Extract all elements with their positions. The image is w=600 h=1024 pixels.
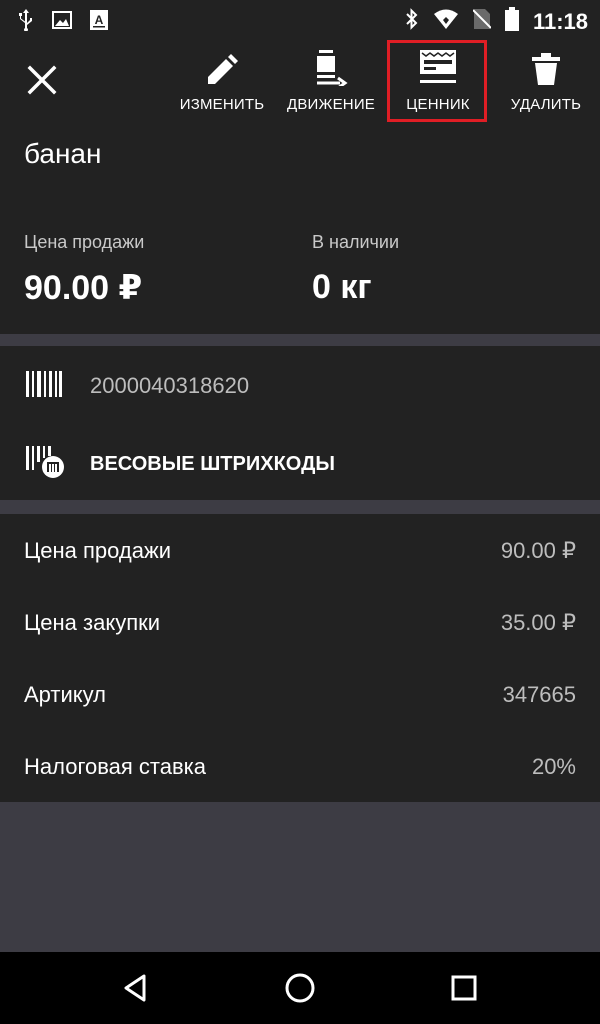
movement-icon [314,50,348,86]
detail-value: 90.00 ₽ [500,538,576,563]
status-bar: A 11:18 [0,0,600,38]
product-header: банан Цена продажи 90.00 ₽ В наличии 0 к… [0,130,600,334]
detail-label: Артикул [24,682,107,707]
no-sim-icon [472,8,492,35]
detail-value: 20% [531,754,576,779]
weight-barcodes-row[interactable]: ВЕСОВЫЕ ШТРИХКОДЫ [0,434,600,494]
recents-icon [451,975,477,1001]
sale-price-label: Цена продажи [24,232,145,252]
detail-label: Цена закупки [24,610,161,635]
close-button[interactable] [22,60,62,100]
sale-price-value: 90.00 ₽ [24,269,143,307]
edit-label: ИЗМЕНИТЬ [179,96,265,113]
status-icons-right: 11:18 [405,7,588,36]
barcode-card: 2000040318620 ВЕСОВЫЕ ШТРИХКОДЫ [0,346,600,500]
detail-row-tax-rate: Налоговая ставка 20% [0,730,600,802]
detail-label: Цена продажи [24,538,171,563]
usb-icon [18,9,34,36]
back-icon [124,974,146,1002]
navigation-bar [0,952,600,1024]
price-tag-icon [418,50,458,86]
status-icons-left: A [18,9,108,36]
movement-label: ДВИЖЕНИЕ [286,96,376,113]
product-name: банан [24,138,102,169]
weight-barcode-icon [26,445,66,483]
weight-barcodes-label: ВЕСОВЫЕ ШТРИХКОДЫ [90,452,335,475]
price-tag-button[interactable]: ЦЕННИК [396,50,480,120]
detail-value: 347665 [502,682,576,707]
app-bar: ИЗМЕНИТЬ ДВИЖЕНИЕ ЦЕННИК УДАЛИТЬ [0,38,600,130]
stock-label: В наличии [312,232,400,252]
edit-button[interactable]: ИЗМЕНИТЬ [180,50,264,120]
barcode-icon [26,370,62,402]
recents-button[interactable] [446,970,482,1006]
detail-label: Налоговая ставка [24,754,207,779]
stock-value: 0 кг [312,268,372,306]
detail-row-sku: Артикул 347665 [0,658,600,730]
close-icon [27,65,57,95]
font-icon: A [90,10,108,35]
bluetooth-icon [405,8,419,35]
clock: 11:18 [532,8,588,34]
home-button[interactable] [282,970,318,1006]
barcode-value: 2000040318620 [90,373,250,398]
pencil-icon [204,50,240,86]
details-card: Цена продажи 90.00 ₽ Цена закупки 35.00 … [0,514,600,802]
trash-icon [532,50,560,86]
detail-value: 35.00 ₽ [500,610,576,635]
svg-text:A: A [95,13,104,27]
detail-row-sale-price: Цена продажи 90.00 ₽ [0,514,600,586]
delete-button[interactable]: УДАЛИТЬ [508,50,584,120]
detail-row-purchase-price: Цена закупки 35.00 ₽ [0,586,600,658]
image-icon [52,11,72,34]
delete-label: УДАЛИТЬ [510,96,582,113]
back-button[interactable] [118,970,154,1006]
price-tag-label: ЦЕННИК [406,96,470,113]
battery-icon [504,7,519,36]
wifi-icon [433,8,459,35]
home-icon [285,973,315,1003]
barcode-row[interactable]: 2000040318620 [0,356,600,416]
movement-button[interactable]: ДВИЖЕНИЕ [286,50,376,120]
